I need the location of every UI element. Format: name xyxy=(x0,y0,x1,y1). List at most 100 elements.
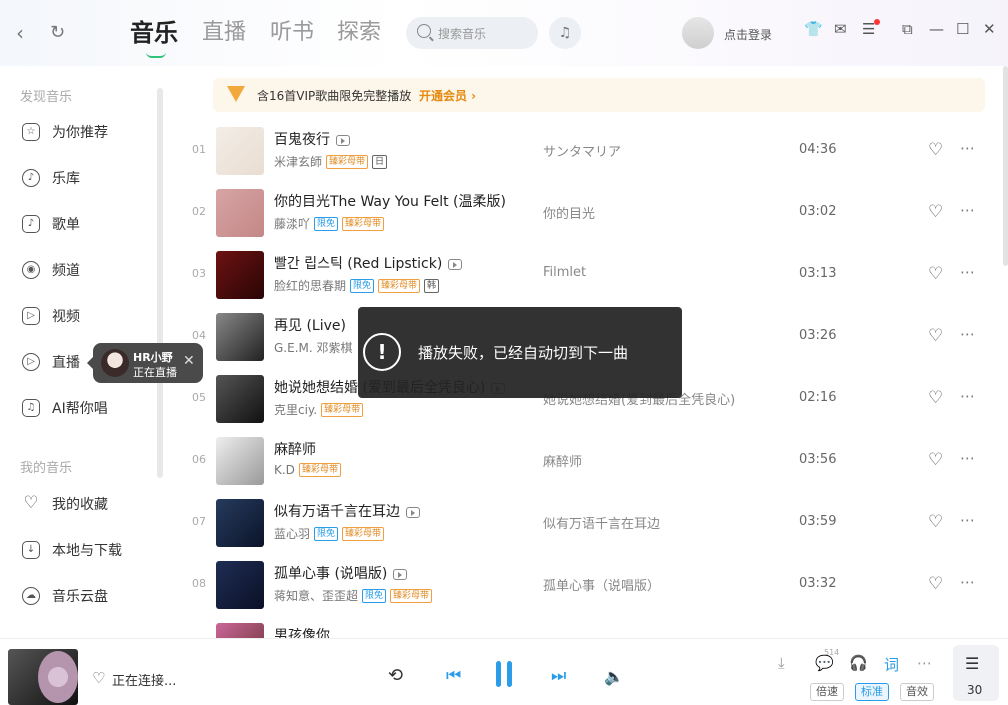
mv-icon[interactable] xyxy=(393,568,408,580)
song-title-cell[interactable]: 百鬼夜行 xyxy=(274,129,350,149)
song-cover[interactable] xyxy=(216,313,264,361)
list-scrollbar[interactable] xyxy=(1003,66,1008,266)
song-artist[interactable]: K.D xyxy=(274,463,295,477)
song-row[interactable]: 07 似有万语千言在耳边 蓝心羽 限免 臻彩母带 似有万语千言在耳边 03:59 ♡… xyxy=(168,492,1003,554)
login-link[interactable]: 点击登录 xyxy=(724,26,772,43)
more-icon[interactable]: ⋯ xyxy=(960,387,976,405)
sidebar-item-video[interactable]: ▷ 视频 xyxy=(22,304,80,328)
song-row[interactable]: 01 百鬼夜行 米津玄師 臻彩母带日 サンタマリア 04:36 ♡ ⋯ xyxy=(168,120,1003,182)
song-title-cell[interactable]: 빨간 립스틱 (Red Lipstick) xyxy=(274,253,463,273)
sidebar-item-favorites[interactable]: ♡ 我的收藏 xyxy=(22,492,108,516)
song-cover[interactable] xyxy=(216,561,264,609)
more-icon[interactable]: ⋯ xyxy=(960,263,976,281)
repeat-icon[interactable]: ⟲ xyxy=(388,665,403,686)
speed-button[interactable]: 倍速 xyxy=(810,683,844,701)
song-title-cell[interactable]: 再见 (Live) xyxy=(274,315,346,335)
tab-explore[interactable]: 探索 xyxy=(337,18,381,48)
song-row[interactable]: 06 麻醉师 K.D 臻彩母带 麻醉师 03:56 ♡ ⋯ xyxy=(168,430,1003,492)
more-icon[interactable]: ⋯ xyxy=(960,511,976,529)
mv-icon[interactable] xyxy=(336,134,350,146)
heart-icon[interactable]: ♡ xyxy=(928,388,943,408)
download-icon[interactable]: ⤓ xyxy=(778,654,785,672)
sidebar-item-cloud[interactable]: ☁ 音乐云盘 xyxy=(22,584,108,608)
heart-icon[interactable]: ♡ xyxy=(928,326,943,346)
song-artist[interactable]: 脸红的思春期 xyxy=(274,277,346,294)
more-icon[interactable]: ⋯ xyxy=(960,325,976,343)
song-artist[interactable]: 藤渁吖 xyxy=(274,215,310,232)
song-cover[interactable] xyxy=(216,437,264,485)
song-album[interactable]: 麻醉师 xyxy=(543,451,582,470)
sidebar-item-channel[interactable]: ◉ 频道 xyxy=(22,258,80,282)
song-title-cell[interactable]: 孤单心事 (说唱版) xyxy=(274,563,408,583)
heart-icon[interactable]: ♡ xyxy=(928,450,943,470)
heart-icon[interactable]: ♡ xyxy=(928,202,943,222)
heart-icon[interactable]: ♡ xyxy=(928,264,943,284)
search-input[interactable]: 搜索音乐 xyxy=(406,17,538,49)
song-artist[interactable]: G.E.M. 邓紫棋 xyxy=(274,339,353,356)
song-album[interactable]: Filmlet xyxy=(543,265,586,280)
previous-icon[interactable]: ⏮ xyxy=(446,666,461,686)
sidebar-item-recommend[interactable]: ☆ 为你推荐 xyxy=(22,120,108,144)
playlist-queue-button[interactable]: ☰ 30 xyxy=(953,645,999,701)
mail-icon[interactable]: ✉ xyxy=(834,20,847,38)
heart-icon[interactable]: ♡ xyxy=(928,140,943,160)
song-artist[interactable]: 蓝心羽 xyxy=(274,525,310,542)
sidebar-item-library[interactable]: ♪ 乐库 xyxy=(22,166,80,190)
song-row[interactable]: 03 빨간 립스틱 (Red Lipstick) 脸红的思春期 限免 臻彩母带韩 F… xyxy=(168,244,1003,306)
song-row[interactable]: 男孩像你 xyxy=(168,616,1003,638)
minimize-icon[interactable]: — xyxy=(929,20,944,38)
more-icon[interactable]: ⋯ xyxy=(960,139,976,157)
sound-effect-button[interactable]: 音效 xyxy=(900,683,934,701)
heart-icon[interactable]: ♡ xyxy=(92,669,105,687)
song-row[interactable]: 08 孤单心事 (说唱版) 蒋知意、歪歪超 限免 臻彩母带 孤单心事（说唱版） 03… xyxy=(168,554,1003,616)
skin-icon[interactable]: 👕 xyxy=(804,20,823,38)
sidebar-item-downloads[interactable]: ↓ 本地与下载 xyxy=(22,538,122,562)
heart-icon[interactable]: ♡ xyxy=(928,574,943,594)
sidebar-item-live[interactable]: ▷ 直播 xyxy=(22,350,80,374)
pause-button[interactable] xyxy=(496,661,512,687)
song-cover[interactable] xyxy=(216,499,264,547)
song-album[interactable]: サンタマリア xyxy=(543,141,621,160)
close-icon[interactable]: ✕ xyxy=(983,20,996,38)
song-artist[interactable]: 蒋知意、歪歪超 xyxy=(274,587,358,604)
more-icon[interactable]: ⋯ xyxy=(960,201,976,219)
next-icon[interactable]: ⏭ xyxy=(551,666,566,686)
song-title-cell[interactable]: 你的目光The Way You Felt (温柔版) xyxy=(274,191,506,211)
song-cover[interactable] xyxy=(216,375,264,423)
tab-music[interactable]: 音乐 xyxy=(130,18,178,48)
maximize-icon[interactable]: ☐ xyxy=(956,20,969,38)
song-artist[interactable]: 米津玄師 xyxy=(274,153,322,170)
more-icon[interactable]: ⋯ xyxy=(960,449,976,467)
more-icon[interactable]: ⋯ xyxy=(960,573,976,591)
tab-audiobook[interactable]: 听书 xyxy=(270,18,314,48)
song-album[interactable]: 似有万语千言在耳边 xyxy=(543,513,660,532)
song-cover[interactable] xyxy=(216,189,264,237)
sidebar-scrollbar[interactable] xyxy=(157,88,163,478)
more-icon[interactable]: ⋯ xyxy=(917,654,932,672)
song-title-cell[interactable]: 似有万语千言在耳边 xyxy=(274,501,420,521)
refresh-icon[interactable]: ↻ xyxy=(50,23,65,43)
vip-banner[interactable]: 含16首VIP歌曲限免完整播放 开通会员 › xyxy=(213,78,985,112)
song-cover[interactable] xyxy=(216,623,264,638)
headphones-icon[interactable]: 🎧 xyxy=(849,654,868,672)
song-cover[interactable] xyxy=(216,251,264,299)
song-title-cell[interactable]: 麻醉师 xyxy=(274,439,316,459)
song-artist[interactable]: 克里ciy. xyxy=(274,401,317,418)
back-icon[interactable]: ‹ xyxy=(16,23,24,43)
sidebar-item-playlist[interactable]: ♪ 歌单 xyxy=(22,212,80,236)
song-title-cell[interactable]: 男孩像你 xyxy=(274,625,330,638)
voice-search-icon[interactable]: ♫ xyxy=(549,17,581,49)
avatar[interactable] xyxy=(682,17,714,49)
song-album[interactable]: 孤单心事（说唱版） xyxy=(543,575,660,594)
heart-icon[interactable]: ♡ xyxy=(928,512,943,532)
song-row[interactable]: 02 你的目光The Way You Felt (温柔版) 藤渁吖 限免 臻彩母带 … xyxy=(168,182,1003,244)
song-cover[interactable] xyxy=(216,127,264,175)
vip-join-link[interactable]: 开通会员 › xyxy=(419,87,476,104)
lyrics-button[interactable]: 词 xyxy=(884,654,899,675)
mv-icon[interactable] xyxy=(406,506,420,518)
mv-icon[interactable] xyxy=(448,258,463,270)
song-album[interactable]: 你的目光 xyxy=(543,203,595,222)
quality-button[interactable]: 标准 xyxy=(855,683,889,701)
tab-live[interactable]: 直播 xyxy=(202,18,246,48)
sidebar-item-ai-sing[interactable]: ♫ AI帮你唱 xyxy=(22,396,108,420)
